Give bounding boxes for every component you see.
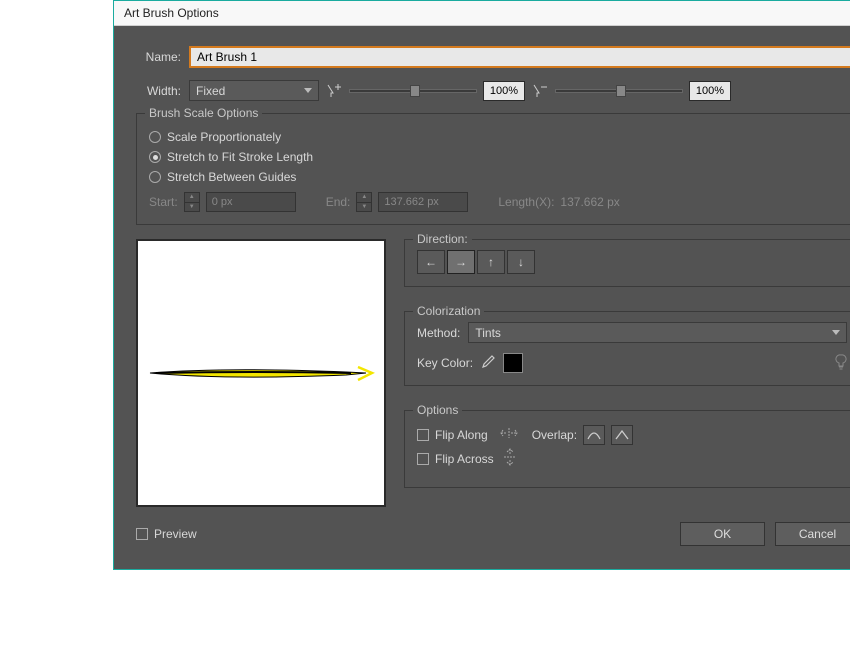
colorization-legend: Colorization <box>413 304 484 318</box>
method-dropdown[interactable]: Tints <box>468 322 847 343</box>
titlebar[interactable]: Art Brush Options <box>114 0 850 26</box>
name-input[interactable] <box>189 46 850 68</box>
width-slider-right[interactable] <box>555 89 683 93</box>
width-label: Width: <box>136 84 181 98</box>
radio-label: Stretch Between Guides <box>167 170 296 184</box>
flip-across-label: Flip Across <box>435 452 494 466</box>
preview-checkbox[interactable] <box>136 528 148 540</box>
direction-right-button[interactable]: → <box>447 250 475 274</box>
art-brush-options-dialog: Art Brush Options Name: Width: Fixed 100… <box>113 0 850 570</box>
start-value: 0 px <box>206 192 296 212</box>
colorization-group: Colorization Method: Tints Key Color: <box>404 311 850 386</box>
radio-scale-proportionately[interactable] <box>149 131 161 143</box>
slider-thumb[interactable] <box>616 85 626 97</box>
brush-scale-legend: Brush Scale Options <box>145 106 262 120</box>
direction-up-button[interactable]: ↑ <box>477 250 505 274</box>
radio-stretch-fit[interactable] <box>149 151 161 163</box>
flip-along-checkbox[interactable] <box>417 429 429 441</box>
chevron-down-icon <box>832 330 840 335</box>
cancel-button[interactable]: Cancel <box>775 522 850 546</box>
start-label: Start: <box>149 195 178 209</box>
direction-group: Direction: ← → ↑ ↓ <box>404 239 850 287</box>
flip-along-icon <box>500 427 518 442</box>
cursor-remove-icon <box>533 84 549 98</box>
slider-thumb[interactable] <box>410 85 420 97</box>
brush-art-icon <box>146 361 376 386</box>
end-stepper: ▲▼ <box>356 192 372 212</box>
brush-preview <box>136 239 386 507</box>
overlap-option-2[interactable] <box>611 425 633 445</box>
width-dropdown[interactable]: Fixed <box>189 80 319 101</box>
options-legend: Options <box>413 403 462 417</box>
direction-left-button[interactable]: ← <box>417 250 445 274</box>
width-slider-left[interactable] <box>349 89 477 93</box>
key-color-label: Key Color: <box>417 356 473 370</box>
preview-label: Preview <box>154 527 197 541</box>
key-color-swatch[interactable] <box>503 353 523 373</box>
overlap-label: Overlap: <box>532 428 577 442</box>
flip-across-checkbox[interactable] <box>417 453 429 465</box>
options-group: Options Flip Along <box>404 410 850 488</box>
width-left-value[interactable]: 100% <box>483 81 525 101</box>
chevron-down-icon <box>304 88 312 93</box>
overlap-option-1[interactable] <box>583 425 605 445</box>
radio-stretch-guides[interactable] <box>149 171 161 183</box>
brush-scale-options-group: Brush Scale Options Scale Proportionatel… <box>136 113 850 225</box>
width-dropdown-value: Fixed <box>196 84 225 98</box>
direction-down-button[interactable]: ↓ <box>507 250 535 274</box>
flip-along-label: Flip Along <box>435 428 488 442</box>
method-label: Method: <box>417 326 460 340</box>
width-right-value[interactable]: 100% <box>689 81 731 101</box>
start-stepper: ▲▼ <box>184 192 200 212</box>
flip-across-icon <box>503 448 517 469</box>
method-value: Tints <box>475 326 501 340</box>
end-label: End: <box>326 195 351 209</box>
ok-button[interactable]: OK <box>680 522 765 546</box>
radio-label: Scale Proportionately <box>167 130 281 144</box>
name-label: Name: <box>136 50 181 64</box>
window-title: Art Brush Options <box>124 6 219 20</box>
eyedropper-icon[interactable] <box>481 355 495 372</box>
length-value: 137.662 px <box>560 195 619 209</box>
end-value: 137.662 px <box>378 192 468 212</box>
length-label: Length(X): <box>498 195 554 209</box>
cursor-add-icon <box>327 84 343 98</box>
radio-label: Stretch to Fit Stroke Length <box>167 150 313 164</box>
lightbulb-icon[interactable] <box>835 354 847 373</box>
direction-legend: Direction: <box>413 232 472 246</box>
